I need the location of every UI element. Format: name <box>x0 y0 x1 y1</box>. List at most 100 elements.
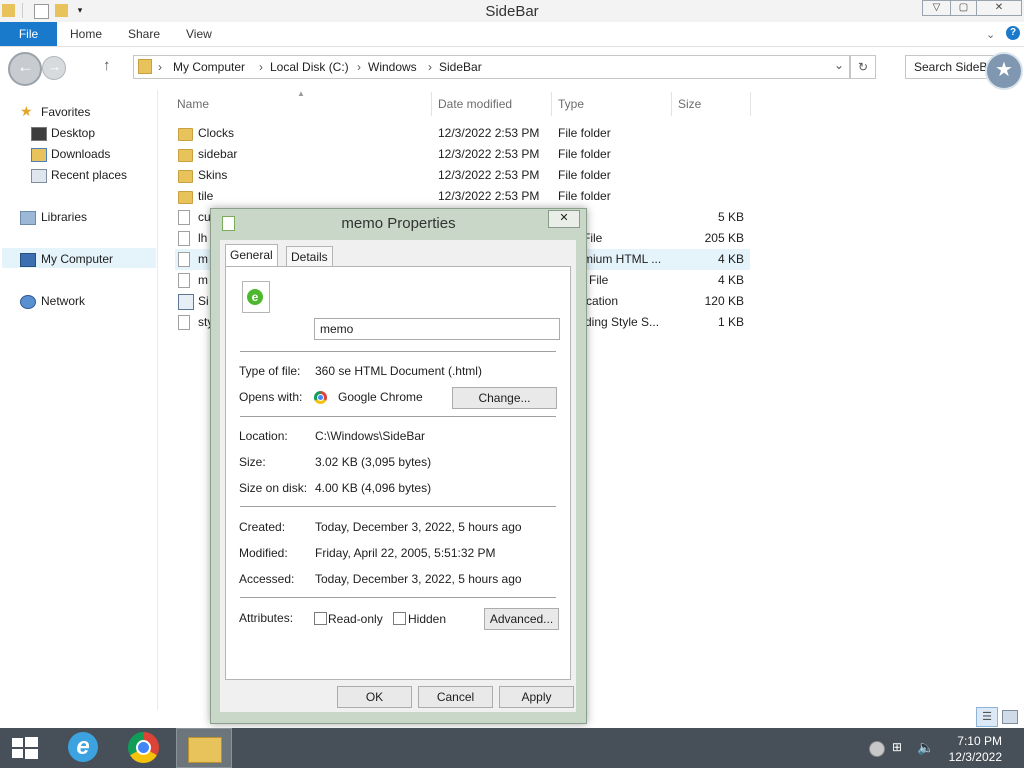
cancel-button[interactable]: Cancel <box>418 686 493 708</box>
details-view-icon[interactable]: ☰ <box>976 707 998 727</box>
nav-favorites[interactable]: Favorites <box>41 105 90 119</box>
file-explorer-icon[interactable] <box>176 728 232 768</box>
address-bar[interactable]: › My Computer › Local Disk (C:) › Window… <box>133 55 850 79</box>
chevron-down-icon[interactable]: ⌄ <box>834 58 844 72</box>
apply-button[interactable]: Apply <box>499 686 574 708</box>
libraries-icon <box>20 211 36 225</box>
application-icon <box>178 294 194 310</box>
chrome-icon[interactable] <box>116 728 172 768</box>
volume-icon[interactable]: 🔈 <box>917 739 934 756</box>
network-icon <box>20 295 36 309</box>
document-icon <box>178 315 190 330</box>
minimize-button[interactable]: ▽ <box>922 0 951 16</box>
favorites-star-icon: ★ <box>20 103 33 119</box>
refresh-button[interactable]: ↻ <box>850 55 876 79</box>
column-header-type[interactable]: Type <box>558 97 584 111</box>
tab-details[interactable]: Details <box>286 246 333 267</box>
ribbon: File Home Share View ⌄ ? <box>0 22 1024 47</box>
document-icon <box>178 252 190 267</box>
clock-time: 7:10 PM <box>957 734 1002 748</box>
attributes-label: Attributes: <box>239 611 294 625</box>
ok-button[interactable]: OK <box>337 686 412 708</box>
up-arrow-icon[interactable]: ↑ <box>103 57 111 74</box>
readonly-checkbox[interactable] <box>314 612 327 625</box>
column-header-size[interactable]: Size <box>678 97 701 111</box>
network-tray-icon[interactable]: ⊞ <box>892 740 908 754</box>
readonly-label[interactable]: Read-only <box>328 612 383 626</box>
nav-my-computer[interactable]: My Computer <box>41 252 113 266</box>
chrome-icon <box>314 391 327 404</box>
change-button[interactable]: Change... <box>452 387 557 409</box>
internet-explorer-icon[interactable]: e <box>56 728 112 768</box>
breadcrumb-my-computer[interactable]: My Computer <box>173 60 245 74</box>
type-value: 360 se HTML Document (.html) <box>315 364 482 378</box>
opens-with-value: Google Chrome <box>338 390 423 404</box>
created-value: Today, December 3, 2022, 5 hours ago <box>315 520 522 534</box>
folder-icon <box>178 128 193 141</box>
column-header-date[interactable]: Date modified <box>438 97 512 111</box>
advanced-button[interactable]: Advanced... <box>484 608 559 630</box>
column-header-name[interactable]: Name <box>177 97 209 111</box>
file-row[interactable]: Skins 12/3/2022 2:53 PM File folder <box>175 165 750 186</box>
hidden-checkbox[interactable] <box>393 612 406 625</box>
folder-icon <box>178 191 193 204</box>
maximize-button[interactable]: ▢ <box>950 0 977 16</box>
downloads-icon <box>31 148 47 162</box>
file-row[interactable]: Clocks 12/3/2022 2:53 PM File folder <box>175 123 750 144</box>
title-bar: ▾ SideBar ▽ ▢ ✕ <box>0 0 1024 23</box>
system-clock[interactable]: 7:10 PM 12/3/2022 <box>949 733 1002 765</box>
tab-general[interactable]: General <box>225 244 278 268</box>
breadcrumb-sidebar[interactable]: SideBar <box>439 60 482 74</box>
file-row[interactable]: sidebar 12/3/2022 2:53 PM File folder <box>175 144 750 165</box>
computer-icon <box>20 253 36 267</box>
windows-start-icon[interactable] <box>12 737 38 759</box>
filename-input[interactable]: memo <box>314 318 560 340</box>
recent-places-icon <box>31 169 47 183</box>
general-tab-panel: e memo Type of file: 360 se HTML Documen… <box>225 266 571 680</box>
back-button[interactable]: ← <box>8 52 42 86</box>
nav-desktop[interactable]: Desktop <box>51 126 95 140</box>
star-icon[interactable]: ★ <box>985 52 1023 90</box>
modified-value: Friday, April 22, 2005, 5:51:32 PM <box>315 546 496 560</box>
size-label: Size: <box>239 455 266 469</box>
nav-recent-places[interactable]: Recent places <box>51 168 127 182</box>
tab-share[interactable]: Share <box>128 27 160 41</box>
hidden-label[interactable]: Hidden <box>408 612 446 626</box>
desktop-icon <box>31 127 47 141</box>
document-icon <box>178 231 190 246</box>
accessed-value: Today, December 3, 2022, 5 hours ago <box>315 572 522 586</box>
dialog-title: memo Properties <box>341 215 456 232</box>
tab-home[interactable]: Home <box>70 27 102 41</box>
nav-network[interactable]: Network <box>41 294 85 308</box>
modified-label: Modified: <box>239 546 288 560</box>
window-title: SideBar <box>485 3 539 20</box>
taskbar: e ⊞ 🔈 7:10 PM 12/3/2022 <box>0 728 1024 768</box>
tray-clock-icon[interactable] <box>869 741 885 757</box>
location-value: C:\Windows\SideBar <box>315 429 426 443</box>
type-label: Type of file: <box>239 364 301 378</box>
file-row[interactable]: tile 12/3/2022 2:53 PM File folder <box>175 186 750 207</box>
tab-view[interactable]: View <box>186 27 212 41</box>
size-on-disk-value: 4.00 KB (4,096 bytes) <box>315 481 432 495</box>
help-icon[interactable]: ? <box>1006 26 1020 40</box>
accessed-label: Accessed: <box>239 572 295 586</box>
nav-libraries[interactable]: Libraries <box>41 210 87 224</box>
large-icons-view-icon[interactable] <box>1002 710 1018 724</box>
opens-with-label: Opens with: <box>239 390 303 404</box>
pane-divider[interactable] <box>157 90 158 710</box>
folder-icon <box>178 170 193 183</box>
close-button[interactable]: ✕ <box>976 0 1022 16</box>
tab-file[interactable]: File <box>0 22 57 46</box>
breadcrumb-local-disk[interactable]: Local Disk (C:) <box>270 60 349 74</box>
forward-button[interactable]: → <box>42 56 66 80</box>
document-icon <box>178 210 190 225</box>
clock-date: 12/3/2022 <box>948 750 1002 764</box>
expand-ribbon-icon[interactable]: ⌄ <box>986 28 995 41</box>
folder-icon <box>178 149 193 162</box>
folder-icon <box>138 59 152 74</box>
size-value: 3.02 KB (3,095 bytes) <box>315 455 432 469</box>
dialog-close-button[interactable]: ✕ <box>548 210 580 228</box>
nav-downloads[interactable]: Downloads <box>51 147 110 161</box>
breadcrumb-windows[interactable]: Windows <box>368 60 417 74</box>
created-label: Created: <box>239 520 286 534</box>
